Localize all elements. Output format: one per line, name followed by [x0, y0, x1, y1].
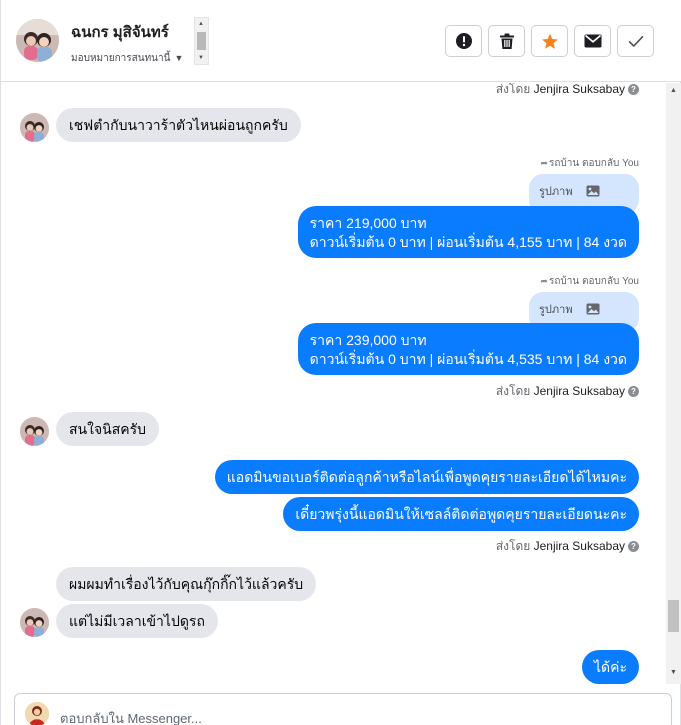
message-line: ดาวน์เริ่มต้น 0 บาท | ผ่อนเริ่มต้น 4,155…	[309, 234, 627, 250]
page-avatar	[25, 702, 49, 725]
contact-avatar-small[interactable]	[20, 608, 49, 637]
scrollbar-thumb[interactable]	[668, 600, 679, 632]
mark-spam-button[interactable]	[445, 25, 482, 57]
exclamation-circle-icon	[455, 33, 472, 49]
assign-label: มอบหมายการสนทนานี้	[71, 53, 171, 64]
star-button[interactable]	[531, 25, 568, 57]
outgoing-message[interactable]: เดี๋ยวพรุ่งนี้แอดมินให้เซลล์ติดต่อพูดคุย…	[283, 497, 639, 531]
message-line: ราคา 219,000 บาท	[309, 215, 427, 231]
message-line: ราคา 239,000 บาท	[309, 332, 427, 348]
envelope-icon	[584, 34, 601, 48]
message-list[interactable]: ส่งโดย Jenjira Suksabay? เชฟตำกับนาวาร้า…	[1, 83, 681, 684]
reply-input-placeholder[interactable]: ตอบกลับใน Messenger...	[60, 708, 202, 725]
help-icon[interactable]: ?	[628, 84, 639, 95]
reply-indicator-text: รถบ้าน ตอบกลับ You	[548, 276, 639, 287]
messenger-thread-panel: ฉนกร มุสิจันทร์ มอบหมายการสนทนานี้▼ ▲ ▼	[0, 0, 681, 725]
image-icon	[586, 185, 600, 200]
sent-by-prefix: ส่งโดย	[495, 539, 531, 553]
incoming-message[interactable]: เชฟตำกับนาวาร้าตัวไหนผ่อนถูกครับ	[56, 108, 301, 142]
sender-name: Jenjira Suksabay	[533, 539, 625, 553]
contact-avatar-small[interactable]	[20, 113, 49, 142]
sent-by-label: ส่งโดย Jenjira Suksabay?	[496, 83, 639, 99]
contact-avatar[interactable]	[16, 19, 59, 62]
sent-by-prefix: ส่งโดย	[495, 83, 531, 96]
outgoing-message[interactable]: ได้ค่ะ	[581, 650, 639, 684]
star-icon	[541, 33, 558, 49]
contact-avatar-small[interactable]	[20, 417, 49, 446]
sender-name: Jenjira Suksabay	[533, 83, 625, 96]
quoted-text: รูปภาพ	[539, 186, 573, 198]
help-icon[interactable]: ?	[628, 541, 639, 552]
reply-arrow-icon: ➦	[540, 276, 548, 286]
mark-done-button[interactable]	[617, 25, 654, 57]
reply-indicator: ➦รถบ้าน ตอบกลับ You	[540, 156, 639, 171]
sent-by-label: ส่งโดย Jenjira Suksabay?	[496, 382, 639, 401]
incoming-message[interactable]: แต่ไม่มีเวลาเข้าไปดูรถ	[56, 604, 218, 638]
outgoing-message[interactable]: ราคา 219,000 บาท ดาวน์เริ่มต้น 0 บาท | ผ…	[297, 206, 639, 258]
incoming-message[interactable]: สนใจนิสครับ	[56, 412, 160, 446]
reply-composer[interactable]: ตอบกลับใน Messenger...	[14, 693, 672, 725]
header-mini-scrollbar[interactable]: ▲ ▼	[194, 17, 209, 65]
outgoing-message[interactable]: แอดมินขอเบอร์ติดต่อลูกค้าหรือไลน์เพื่อพู…	[214, 460, 639, 494]
message-line: ดาวน์เริ่มต้น 0 บาท | ผ่อนเริ่มต้น 4,535…	[309, 351, 627, 367]
outgoing-message[interactable]: ราคา 239,000 บาท ดาวน์เริ่มต้น 0 บาท | ผ…	[297, 323, 639, 375]
contact-name[interactable]: ฉนกร มุสิจันทร์	[71, 20, 169, 44]
sender-name: Jenjira Suksabay	[533, 384, 625, 398]
check-icon	[628, 35, 643, 47]
caret-down-icon: ▼	[174, 53, 184, 63]
image-icon	[586, 303, 600, 318]
mark-unread-button[interactable]	[574, 25, 611, 57]
incoming-message[interactable]: ผมผมทำเรื่องไว้กับคุณกุ๊กกิ๊กไว้แล้วครับ	[56, 567, 317, 601]
scroll-up-arrow-icon[interactable]: ▲	[198, 21, 204, 27]
scroll-down-arrow-icon[interactable]: ▼	[670, 669, 677, 676]
assign-conversation-dropdown[interactable]: มอบหมายการสนทนานี้ ▼	[71, 51, 183, 66]
sent-by-label: ส่งโดย Jenjira Suksabay?	[496, 537, 639, 556]
help-icon[interactable]: ?	[628, 386, 639, 397]
scroll-down-arrow-icon[interactable]: ▼	[198, 55, 204, 61]
reply-arrow-icon: ➦	[540, 158, 548, 168]
reply-indicator-text: รถบ้าน ตอบกลับ You	[548, 158, 639, 169]
sent-by-prefix: ส่งโดย	[495, 384, 531, 398]
header-scroll-thumb[interactable]	[197, 32, 206, 50]
trash-icon	[499, 33, 514, 49]
conversation-header: ฉนกร มุสิจันทร์ มอบหมายการสนทนานี้ ▼ ▲ ▼	[1, 0, 681, 82]
quoted-text: รูปภาพ	[539, 304, 573, 316]
delete-button[interactable]	[488, 25, 525, 57]
message-list-scrollbar[interactable]: ▲ ▼	[666, 83, 681, 684]
scroll-up-arrow-icon[interactable]: ▲	[670, 87, 677, 94]
reply-indicator: ➦รถบ้าน ตอบกลับ You	[540, 274, 639, 289]
